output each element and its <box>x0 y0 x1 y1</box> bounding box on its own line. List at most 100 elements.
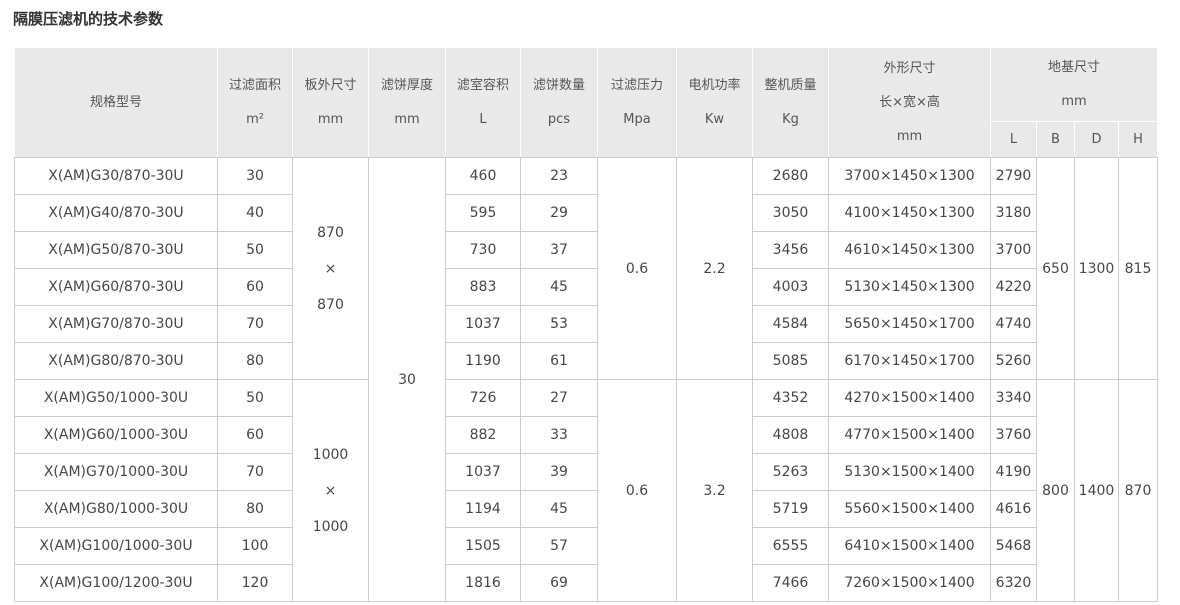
size-cell: 6410×1500×1400 <box>829 528 991 565</box>
table-row: X(AM)G70/870-30U 70 1037 53 4584 5650×14… <box>15 306 1158 343</box>
model-cell: X(AM)G80/870-30U <box>15 343 218 380</box>
foundation-l-cell: 6320 <box>991 565 1037 602</box>
cake-count-cell: 37 <box>521 232 598 269</box>
size-cell: 5560×1500×1400 <box>829 491 991 528</box>
foundation-l-cell: 3180 <box>991 195 1037 232</box>
foundation-h-cell: 815 <box>1119 158 1158 380</box>
col-header-cake-thickness: 滤饼厚度 mm <box>369 48 446 158</box>
power-cell: 2.2 <box>677 158 753 380</box>
size-cell: 4770×1500×1400 <box>829 417 991 454</box>
col-header-foundation-l: L <box>991 122 1037 158</box>
area-cell: 100 <box>218 528 293 565</box>
cake-count-cell: 27 <box>521 380 598 417</box>
col-header-overall-size: 外形尺寸 长×宽×高 mm <box>829 48 991 158</box>
foundation-l-cell: 5260 <box>991 343 1037 380</box>
power-cell: 3.2 <box>677 380 753 602</box>
model-cell: X(AM)G70/870-30U <box>15 306 218 343</box>
col-header-filter-area: 过滤面积 m² <box>218 48 293 158</box>
area-cell: 40 <box>218 195 293 232</box>
weight-cell: 2680 <box>753 158 829 195</box>
foundation-l-cell: 5468 <box>991 528 1037 565</box>
area-cell: 80 <box>218 491 293 528</box>
table-row: X(AM)G70/1000-30U 70 1037 39 5263 5130×1… <box>15 454 1158 491</box>
cake-count-cell: 53 <box>521 306 598 343</box>
area-cell: 60 <box>218 269 293 306</box>
foundation-l-cell: 3760 <box>991 417 1037 454</box>
volume-cell: 460 <box>446 158 521 195</box>
size-cell: 5650×1450×1700 <box>829 306 991 343</box>
size-cell: 3700×1450×1300 <box>829 158 991 195</box>
col-header-foundation-d: D <box>1075 122 1119 158</box>
table-row: X(AM)G60/870-30U 60 883 45 4003 5130×145… <box>15 269 1158 306</box>
col-header-filter-pressure: 过滤压力 Mpa <box>598 48 677 158</box>
col-header-foundation: 地基尺寸 mm <box>991 48 1158 122</box>
foundation-d-cell: 1300 <box>1075 158 1119 380</box>
weight-cell: 4003 <box>753 269 829 306</box>
volume-cell: 1816 <box>446 565 521 602</box>
foundation-l-cell: 4616 <box>991 491 1037 528</box>
foundation-l-cell: 3340 <box>991 380 1037 417</box>
table-row: X(AM)G60/1000-30U 60 882 33 4808 4770×15… <box>15 417 1158 454</box>
size-cell: 7260×1500×1400 <box>829 565 991 602</box>
model-cell: X(AM)G100/1000-30U <box>15 528 218 565</box>
model-cell: X(AM)G80/1000-30U <box>15 491 218 528</box>
table-row: X(AM)G40/870-30U 40 595 29 3050 4100×145… <box>15 195 1158 232</box>
weight-cell: 5263 <box>753 454 829 491</box>
cake-count-cell: 23 <box>521 158 598 195</box>
volume-cell: 1037 <box>446 454 521 491</box>
area-cell: 70 <box>218 306 293 343</box>
size-cell: 6170×1450×1700 <box>829 343 991 380</box>
cake-count-cell: 33 <box>521 417 598 454</box>
volume-cell: 882 <box>446 417 521 454</box>
size-cell: 4270×1500×1400 <box>829 380 991 417</box>
model-cell: X(AM)G50/1000-30U <box>15 380 218 417</box>
size-cell: 4100×1450×1300 <box>829 195 991 232</box>
model-cell: X(AM)G60/1000-30U <box>15 417 218 454</box>
volume-cell: 595 <box>446 195 521 232</box>
weight-cell: 4584 <box>753 306 829 343</box>
volume-cell: 730 <box>446 232 521 269</box>
cake-thickness-cell: 30 <box>369 158 446 602</box>
col-header-machine-weight: 整机质量 Kg <box>753 48 829 158</box>
area-cell: 120 <box>218 565 293 602</box>
area-cell: 80 <box>218 343 293 380</box>
weight-cell: 3456 <box>753 232 829 269</box>
weight-cell: 6555 <box>753 528 829 565</box>
area-cell: 30 <box>218 158 293 195</box>
pressure-cell: 0.6 <box>598 158 677 380</box>
col-header-plate-size: 板外尺寸 mm <box>293 48 369 158</box>
col-header-foundation-h: H <box>1119 122 1158 158</box>
model-cell: X(AM)G50/870-30U <box>15 232 218 269</box>
foundation-l-cell: 3700 <box>991 232 1037 269</box>
col-header-foundation-b: B <box>1037 122 1075 158</box>
weight-cell: 5085 <box>753 343 829 380</box>
foundation-l-cell: 4740 <box>991 306 1037 343</box>
weight-cell: 4808 <box>753 417 829 454</box>
plate-size-cell: 1000 × 1000 <box>293 380 369 602</box>
cake-count-cell: 29 <box>521 195 598 232</box>
cake-count-cell: 45 <box>521 269 598 306</box>
volume-cell: 1190 <box>446 343 521 380</box>
cake-count-cell: 39 <box>521 454 598 491</box>
weight-cell: 7466 <box>753 565 829 602</box>
cake-count-cell: 61 <box>521 343 598 380</box>
foundation-b-cell: 800 <box>1037 380 1075 602</box>
plate-size-cell: 870 × 870 <box>293 158 369 380</box>
area-cell: 60 <box>218 417 293 454</box>
table-row: X(AM)G100/1200-30U 120 1816 69 7466 7260… <box>15 565 1158 602</box>
table-row: X(AM)G100/1000-30U 100 1505 57 6555 6410… <box>15 528 1158 565</box>
size-cell: 5130×1500×1400 <box>829 454 991 491</box>
volume-cell: 1037 <box>446 306 521 343</box>
model-cell: X(AM)G60/870-30U <box>15 269 218 306</box>
weight-cell: 4352 <box>753 380 829 417</box>
model-cell: X(AM)G40/870-30U <box>15 195 218 232</box>
table-row: X(AM)G50/870-30U 50 730 37 3456 4610×145… <box>15 232 1158 269</box>
col-header-model: 规格型号 <box>15 48 218 158</box>
cake-count-cell: 45 <box>521 491 598 528</box>
area-cell: 70 <box>218 454 293 491</box>
col-header-chamber-volume: 滤室容积 L <box>446 48 521 158</box>
weight-cell: 5719 <box>753 491 829 528</box>
page: 隔膜压滤机的技术参数 规格型号 过滤面积 m² 板外尺寸 mm 滤饼厚度 mm … <box>0 0 1180 605</box>
pressure-cell: 0.6 <box>598 380 677 602</box>
table-row: X(AM)G30/870-30U 30 870 × 870 30 460 23 … <box>15 158 1158 195</box>
